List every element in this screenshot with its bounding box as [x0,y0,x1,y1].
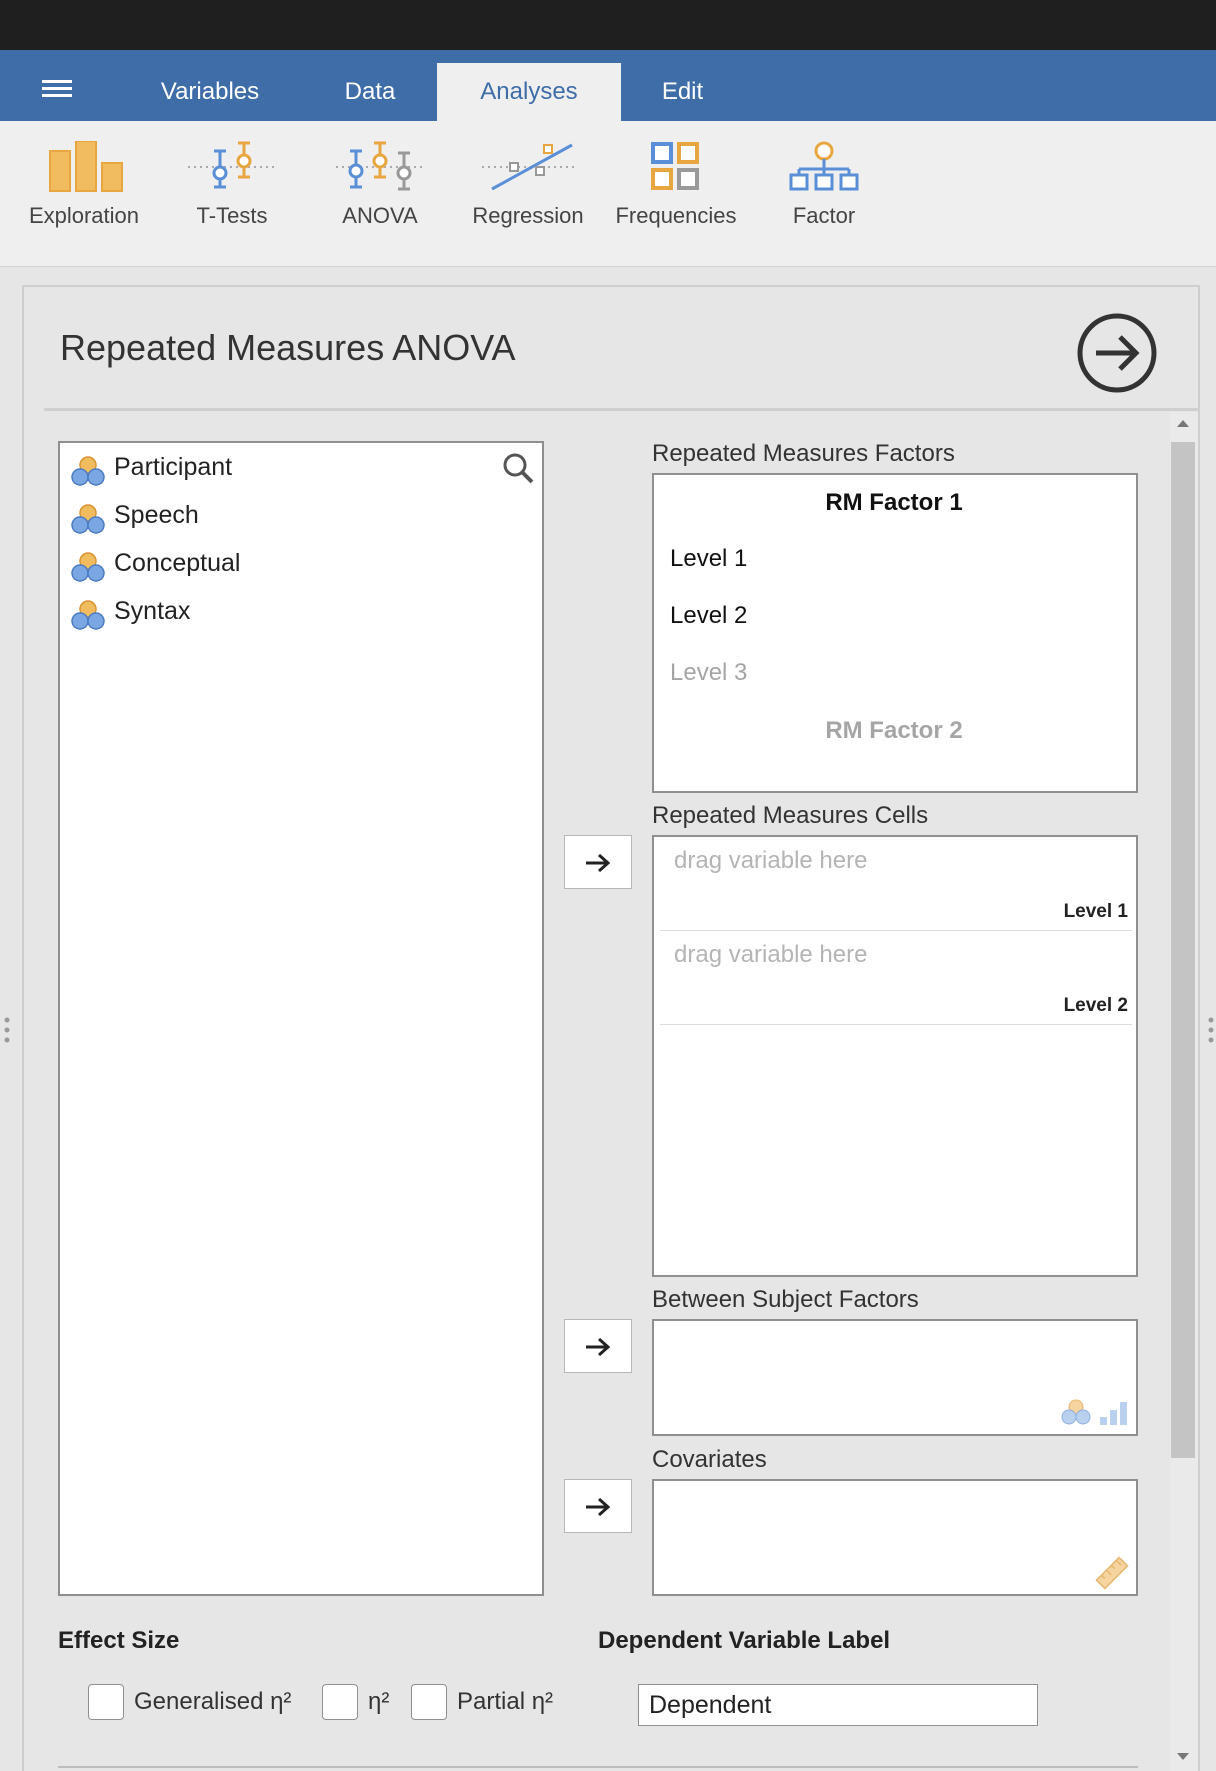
main-menubar: Variables Data Analyses Edit [0,50,1216,121]
eta-squared-checkbox[interactable] [322,1684,358,1720]
tab-analyses[interactable]: Analyses [437,63,621,121]
rm-factor-2-placeholder[interactable]: RM Factor 2 [654,717,1134,745]
rm-factors-label: Repeated Measures Factors [652,440,955,467]
section-divider [58,1766,1138,1768]
variable-item[interactable]: Syntax [70,595,510,631]
frequencies-icon [651,142,699,190]
nominal-variable-icon [71,504,105,534]
variable-name: Conceptual [114,549,241,577]
scroll-up-arrow-icon[interactable] [1173,414,1193,432]
rm-level-2[interactable]: Level 2 [670,602,747,630]
drag-variable-placeholder[interactable]: drag variable here [674,847,867,875]
rm-cells-box[interactable]: drag variable here Level 1 drag variable… [652,835,1138,1277]
variable-name: Speech [114,501,199,529]
right-resize-grip-icon[interactable] [1208,1015,1214,1045]
variable-item[interactable]: Participant [70,451,510,487]
arrow-right-icon [586,853,611,873]
continuous-ruler-icon [1095,1556,1129,1590]
between-subject-factors-label: Between Subject Factors [652,1286,919,1313]
covariates-label: Covariates [652,1446,767,1473]
analyses-ribbon: Exploration T-Tests ANOVA Regression Fre… [0,121,1216,267]
scroll-down-arrow-icon[interactable] [1173,1748,1193,1766]
ttest-icon [188,141,278,189]
covariates-box[interactable] [652,1479,1138,1596]
ribbon-label: ANOVA [342,203,418,228]
ribbon-label: Frequencies [615,203,737,228]
partial-eta-squared-option[interactable]: Partial η² [411,1684,571,1722]
partial-eta-squared-checkbox[interactable] [411,1684,447,1720]
generalised-eta-squared-checkbox[interactable] [88,1684,124,1720]
move-to-between-factors-button[interactable] [564,1319,632,1373]
variable-list[interactable]: Participant Speech Conceptual Syntax [58,441,544,1596]
nominal-variable-icon [71,552,105,582]
nominal-variable-icon [71,456,105,486]
variable-item[interactable]: Conceptual [70,547,510,583]
ribbon-label: Regression [472,203,584,228]
tab-edit[interactable]: Edit [630,63,735,121]
move-to-rm-cells-button[interactable] [564,835,632,889]
eta-squared-option[interactable]: η² [322,1684,402,1722]
ribbon-label: Factor [792,203,856,228]
ribbon-label: Exploration [28,203,140,228]
checkbox-label: η² [368,1688,390,1715]
drag-variable-placeholder[interactable]: drag variable here [674,941,867,969]
ribbon-frequencies[interactable]: Frequencies [606,141,746,251]
variable-name: Participant [114,453,233,481]
cell-level-label: Level 2 [1063,995,1128,1016]
generalised-eta-squared-option[interactable]: Generalised η² [88,1684,308,1722]
go-arrow-circle-icon[interactable] [1076,312,1158,394]
ribbon-exploration[interactable]: Exploration [14,141,154,251]
regression-icon [482,143,574,191]
options-scrollbar-thumb[interactable] [1171,442,1195,1458]
panel-title: Repeated Measures ANOVA [60,327,516,368]
rm-level-3-placeholder[interactable]: Level 3 [670,659,747,687]
cell-level-label: Level 1 [1063,901,1128,922]
nominal-ordinal-type-icon [1061,1399,1127,1425]
checkbox-label: Partial η² [457,1688,554,1715]
anova-icon [336,141,426,191]
dependent-variable-label-heading: Dependent Variable Label [598,1627,891,1654]
ribbon-factor[interactable]: Factor [754,141,894,251]
variable-item[interactable]: Speech [70,499,510,535]
factor-icon [789,141,859,191]
rm-cell-row[interactable]: drag variable here Level 2 [660,931,1132,1025]
ribbon-t-tests[interactable]: T-Tests [162,141,302,251]
nominal-variable-icon [71,600,105,630]
effect-size-heading: Effect Size [58,1627,180,1654]
rm-factors-box: RM Factor 1 Level 1 Level 2 Level 3 RM F… [652,473,1138,793]
ribbon-regression[interactable]: Regression [458,141,598,251]
panel-divider [44,408,1199,411]
ribbon-anova[interactable]: ANOVA [310,141,450,251]
rm-cells-label: Repeated Measures Cells [652,802,929,829]
rm-level-1[interactable]: Level 1 [670,545,747,573]
rm-factor-1-name[interactable]: RM Factor 1 [654,489,1134,517]
window-top-bar [0,0,1216,50]
tab-data[interactable]: Data [300,63,440,121]
hamburger-menu-icon[interactable] [36,76,80,106]
arrow-right-icon [586,1497,611,1517]
left-resize-grip-icon[interactable] [4,1015,10,1045]
dependent-variable-label-input[interactable] [638,1684,1038,1726]
checkbox-label: Generalised η² [134,1688,292,1715]
arrow-right-icon [586,1337,611,1357]
variable-name: Syntax [114,597,191,625]
ribbon-label: T-Tests [196,203,268,228]
bar-chart-icon [49,141,123,192]
move-to-covariates-button[interactable] [564,1479,632,1533]
between-subject-factors-box[interactable] [652,1319,1138,1436]
tab-variables[interactable]: Variables [130,63,290,121]
rm-cell-row[interactable]: drag variable here Level 1 [660,837,1132,931]
